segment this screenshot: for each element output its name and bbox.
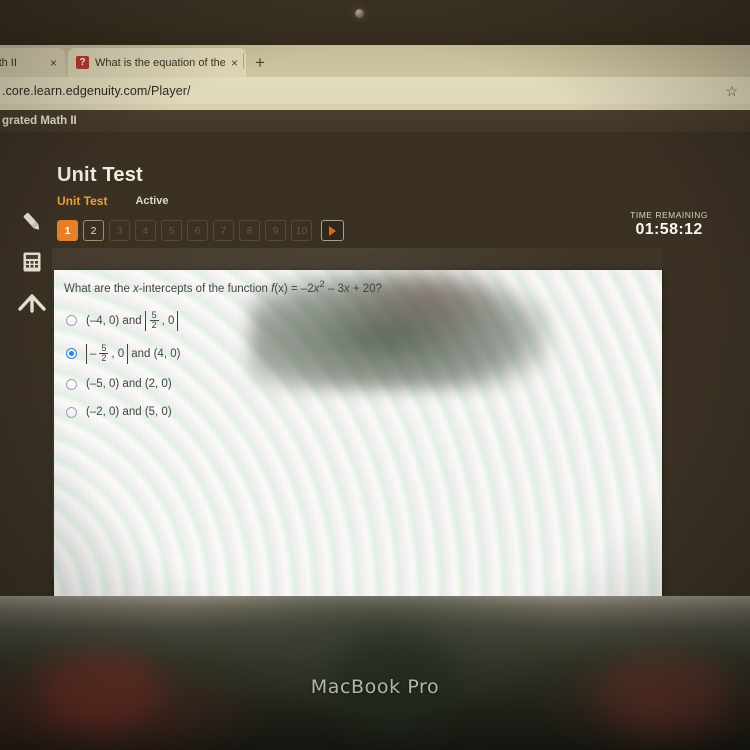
answer-option-d[interactable]: (–2, 0) and (5, 0): [66, 398, 626, 426]
radio-button-b[interactable]: [66, 348, 77, 359]
calculator-icon[interactable]: [15, 245, 49, 279]
option-a-fraction: 5 2: [149, 310, 159, 331]
course-name: grated Math II: [2, 115, 77, 127]
time-remaining: TIME REMAINING 01:58:12: [630, 210, 708, 239]
function-expr-3: + 20?: [349, 282, 382, 295]
tool-sidebar: [0, 132, 52, 596]
laptop-bottom-bezel: [0, 596, 750, 750]
edgenuity-player: grated Math II Unit Test Unit Test Activ…: [0, 110, 750, 596]
option-a-denominator: 2: [151, 320, 157, 330]
address-bar-url: .core.learn.edgenuity.com/Player/: [2, 83, 191, 98]
question-button-10[interactable]: 10: [291, 220, 312, 241]
answer-option-b[interactable]: – 5 2 , 0 and (4, 0): [66, 337, 626, 370]
question-navigator: 1 2 3 4 5 6 7 8 9 10: [57, 220, 344, 241]
assignment-subheader: Unit Test Active: [57, 194, 168, 208]
time-remaining-label: TIME REMAINING: [630, 210, 708, 220]
question-text-prefix: What are the: [64, 282, 134, 295]
browser-chrome: ed Math II × ? What is the equation of t…: [0, 45, 750, 110]
status-badge: Active: [135, 195, 169, 207]
radio-button-c[interactable]: [66, 378, 77, 390]
option-b-fraction: 5 2: [99, 343, 109, 364]
function-expr-2: – 3: [324, 282, 344, 295]
collapse-up-arrow-icon[interactable]: [15, 285, 49, 319]
breadcrumb: Unit Test: [57, 194, 108, 208]
question-button-4[interactable]: 4: [135, 220, 156, 241]
question-button-6[interactable]: 6: [187, 220, 208, 241]
answer-option-a[interactable]: (–4, 0) and 5 2 , 0: [66, 304, 626, 337]
webcam-icon: [355, 9, 364, 18]
answer-option-a-label: (–4, 0) and 5 2 , 0: [86, 310, 179, 331]
browser-tab-1[interactable]: ed Math II ×: [0, 48, 65, 77]
option-b-bracket: – 5 2 , 0: [86, 343, 129, 364]
player-main: Unit Test Unit Test Active 1 2 3 4 5 6 7…: [52, 132, 750, 596]
close-icon[interactable]: ×: [50, 57, 57, 69]
answer-option-c-label: (–5, 0) and (2, 0): [86, 378, 172, 390]
answer-options: (–4, 0) and 5 2 , 0 – 5 2 , 0 and (4, 0)…: [66, 304, 626, 426]
highlighter-icon[interactable]: [15, 205, 49, 239]
option-a-bracket: 5 2 , 0: [144, 310, 179, 331]
browser-tab-strip: ed Math II × ? What is the equation of t…: [0, 45, 750, 77]
question-button-5[interactable]: 5: [161, 220, 182, 241]
bookmark-star-icon[interactable]: ☆: [725, 83, 738, 100]
question-button-2[interactable]: 2: [83, 220, 104, 241]
answer-option-c[interactable]: (–5, 0) and (2, 0): [66, 370, 626, 398]
close-icon[interactable]: ×: [231, 57, 238, 69]
browser-tab-1-title: ed Math II: [0, 56, 17, 69]
macbook-brand-label: MacBook Pro: [310, 676, 440, 698]
option-a-lead: (–4, 0) and: [86, 314, 142, 327]
option-b-denominator: 2: [101, 353, 107, 363]
option-b-bracket-tail: , 0: [111, 347, 125, 360]
new-tab-button[interactable]: +: [255, 54, 265, 71]
laptop-top-bezel: [0, 0, 750, 45]
time-remaining-value: 01:58:12: [635, 221, 703, 238]
photo-background: ed Math II × ? What is the equation of t…: [0, 0, 750, 750]
page-title: Unit Test: [57, 164, 143, 186]
question-text: What are the x-intercepts of the functio…: [64, 278, 644, 297]
course-header-bar: grated Math II: [0, 110, 750, 132]
browser-tab-2[interactable]: ? What is the equation of the tra ×: [68, 48, 246, 77]
question-button-8[interactable]: 8: [239, 220, 260, 241]
next-question-arrow-icon[interactable]: [321, 220, 344, 241]
option-b-sign: –: [90, 347, 97, 360]
radio-button-d[interactable]: [66, 406, 77, 418]
browser-tab-2-title: What is the equation of the tra: [95, 56, 225, 69]
question-text-mid: -intercepts of the function: [138, 282, 272, 295]
question-button-3[interactable]: 3: [109, 220, 130, 241]
answer-option-d-label: (–2, 0) and (5, 0): [86, 406, 172, 418]
option-b-trail: and (4, 0): [131, 347, 181, 360]
answer-option-b-label: – 5 2 , 0 and (4, 0): [86, 343, 181, 364]
function-expr-1: (x) = –2: [274, 282, 314, 295]
radio-button-a[interactable]: [66, 315, 77, 326]
question-button-1[interactable]: 1: [57, 220, 78, 241]
question-panel: What are the x-intercepts of the functio…: [54, 270, 662, 596]
question-button-7[interactable]: 7: [213, 220, 234, 241]
question-button-9[interactable]: 9: [265, 220, 286, 241]
address-bar[interactable]: .core.learn.edgenuity.com/Player/ ☆: [0, 77, 750, 104]
question-favicon-icon: ?: [76, 56, 89, 69]
option-a-bracket-tail: , 0: [161, 314, 175, 327]
tab-divider: [243, 53, 244, 69]
